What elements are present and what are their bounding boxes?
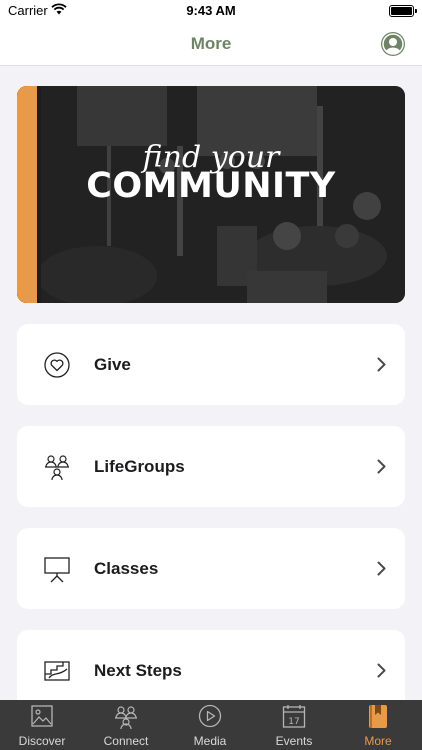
heart-icon — [44, 352, 70, 378]
menu-item-label: Classes — [94, 559, 159, 578]
photo-icon — [31, 705, 53, 727]
menu-item-give[interactable]: Give — [17, 324, 405, 405]
tab-label: Events — [275, 734, 313, 748]
chevron-right-icon — [377, 663, 386, 678]
banner-heading: COMMUNITY — [86, 166, 336, 206]
people-group-icon — [45, 455, 69, 481]
menu-item-label: LifeGroups — [94, 457, 185, 476]
content-scroll-area[interactable]: find your COMMUNITY Give LifeGroups Clas… — [0, 66, 422, 700]
menu-item-classes[interactable]: Classes — [17, 528, 405, 609]
navigation-bar: More — [0, 22, 422, 66]
presentation-board-icon — [44, 557, 70, 583]
tab-label: Media — [193, 734, 227, 748]
menu-item-label: Give — [94, 355, 131, 374]
play-icon — [198, 704, 222, 728]
status-bar: Carrier 9:43 AM — [0, 0, 422, 22]
steps-icon — [44, 661, 70, 681]
menu-item-label: Next Steps — [94, 661, 182, 680]
chevron-right-icon — [377, 357, 386, 372]
tab-events[interactable]: 17 Events — [252, 700, 336, 750]
menu-item-lifegroups[interactable]: LifeGroups — [17, 426, 405, 507]
chevron-right-icon — [377, 561, 386, 576]
profile-button[interactable] — [381, 32, 405, 56]
tab-label: More — [364, 734, 392, 748]
calendar-icon: 17 — [282, 705, 306, 728]
calendar-day-text: 17 — [288, 717, 299, 727]
tab-discover[interactable]: Discover — [0, 700, 84, 750]
tab-connect[interactable]: Connect — [84, 700, 168, 750]
tab-label: Connect — [103, 734, 149, 748]
menu-item-next-steps[interactable]: Next Steps — [17, 630, 405, 700]
page-title: More — [190, 34, 232, 53]
tab-more[interactable]: More — [336, 700, 420, 750]
user-avatar-icon — [382, 33, 404, 55]
battery-icon — [389, 5, 417, 17]
status-time: 9:43 AM — [186, 3, 236, 18]
tab-bar: Discover Connect Media 17 Events More — [0, 700, 422, 750]
people-icon — [115, 706, 137, 730]
tab-label: Discover — [18, 734, 66, 748]
tab-media[interactable]: Media — [168, 700, 252, 750]
chevron-right-icon — [377, 459, 386, 474]
bookmark-icon — [369, 705, 387, 728]
